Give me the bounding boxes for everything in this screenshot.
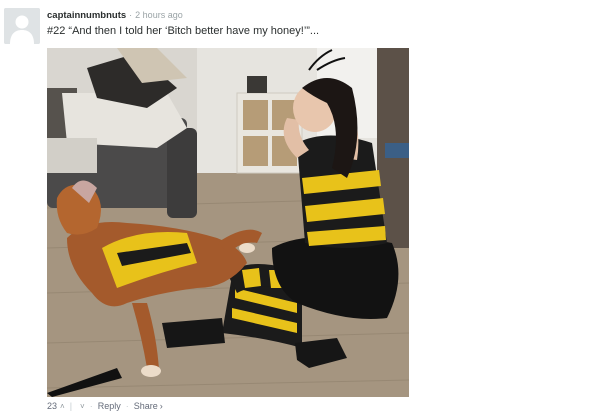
share-button[interactable]: Share [134,401,158,411]
reply-button[interactable]: Reply [98,401,121,411]
actions-dot-1: · [89,401,93,411]
comment-meta: captainnumbnuts · 2 hours ago [47,9,183,22]
comment-body: #22 “And then I told her ‘Bitch better h… [47,25,320,37]
upvote-icon[interactable]: ˄ [60,402,65,411]
actions-dot-2: · [125,401,129,411]
default-user-icon [4,8,40,44]
timestamp[interactable]: 2 hours ago [135,10,183,20]
upvote-count: 23 [47,401,58,411]
username-link[interactable]: captainnumbnuts [47,10,126,21]
comment-actions: 23 ˄ | ˅ · Reply · Share › [47,401,163,411]
vote-divider: | [69,401,73,411]
share-chevron-icon: › [159,401,163,411]
comment-image[interactable] [47,48,409,397]
meta-separator: · [129,10,133,20]
bee-costume-photo [47,48,409,397]
avatar[interactable] [4,8,40,44]
downvote-icon[interactable]: ˅ [80,402,85,411]
